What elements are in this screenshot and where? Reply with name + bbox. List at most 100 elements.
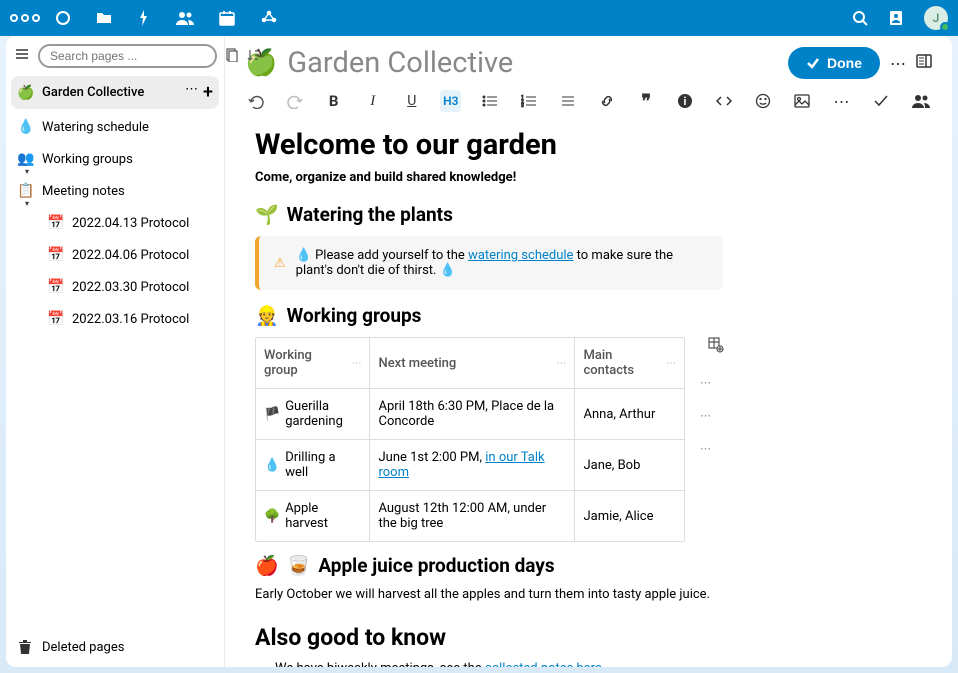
sidebar-toggle-icon[interactable] [916,53,932,73]
underline-icon[interactable]: U [401,90,422,112]
save-check-icon[interactable] [870,90,892,112]
bullet-list-icon[interactable] [479,90,500,112]
sidebar-item-meetings[interactable]: 📋 Meeting notes ▾ [11,177,219,205]
subitem-label: 2022.03.16 Protocol [72,312,213,327]
cell: Jane, Bob [583,458,640,473]
info-icon[interactable]: i [675,90,696,112]
deleted-label: Deleted pages [42,640,124,655]
content: 🍏 Garden Collective Done ⋯ B I U H3 123 … [225,36,952,667]
sidebar-item-watering[interactable]: 💧 Watering schedule [11,113,219,141]
cell: Anna, Arthur [583,407,655,422]
sidebar-item-workgroups[interactable]: 👥 Working groups ▾ [11,145,219,173]
sidebar-collective[interactable]: 🍏 Garden Collective ⋯ + [11,76,219,109]
contacts-icon[interactable] [176,11,194,25]
subitem-label: 2022.04.13 Protocol [72,216,213,231]
column-menu-icon[interactable]: ⋯ [666,358,676,369]
done-button[interactable]: Done [788,47,880,79]
files-icon[interactable] [96,10,112,26]
row-menu-icon[interactable]: ⋯ [695,432,729,465]
sidebar-subitem[interactable]: 📅 2022.04.06 Protocol [11,241,219,269]
trash-icon [18,639,32,655]
page-title: Garden Collective [287,46,513,80]
table-row[interactable]: 🏴Guerilla gardening April 18th 6:30 PM, … [256,389,684,440]
table-row[interactable]: 💧Drilling a well June 1st 2:00 PM, in ou… [256,440,684,491]
chevron-icon[interactable]: ▾ [25,167,29,176]
editor-toolbar: B I U H3 123 ❞ i ⋯ [225,80,952,123]
sidebar: 🍏 Garden Collective ⋯ + 💧 Watering sched… [6,36,225,667]
numbered-list-icon[interactable]: 123 [518,90,539,112]
item-emoji: 💧 [17,119,35,135]
code-icon[interactable] [714,90,735,112]
cell: Jamie, Alice [583,509,653,524]
italic-icon[interactable]: I [362,90,383,112]
page-menu-icon[interactable]: ⋯ [890,54,906,73]
h2-emoji: 👷 [255,304,279,327]
more-icon[interactable]: ⋯ [831,90,852,112]
cell: August 12th 12:00 AM, under the big tree [378,501,566,531]
doc-h2-watering: 🌱 Watering the plants [255,203,922,226]
checklist-icon[interactable] [558,90,579,112]
avatar[interactable]: J [924,6,948,30]
row-menu-icon[interactable]: ⋯ [695,366,729,399]
sort-icon[interactable] [247,48,261,65]
row-menu-icon[interactable]: ⋯ [695,399,729,432]
sidebar-subitem[interactable]: 📅 2022.03.16 Protocol [11,305,219,333]
chevron-icon[interactable]: ▾ [25,199,29,208]
cell: Guerilla gardening [285,399,361,429]
deleted-pages[interactable]: Deleted pages [6,627,224,667]
heading-icon[interactable]: H3 [440,90,461,112]
collective-menu-icon[interactable]: ⋯ [185,82,198,103]
check-icon [806,56,820,70]
emoji-icon[interactable] [753,90,774,112]
column-menu-icon[interactable]: ⋯ [351,358,361,369]
callout: ⚠ 💧 Please add yourself to the watering … [255,236,723,290]
activity-icon[interactable] [137,10,151,26]
h2-text: Apple juice production days [318,554,554,577]
bold-icon[interactable]: B [323,90,344,112]
template-icon[interactable] [225,48,239,65]
contacts-app-icon[interactable] [888,10,904,26]
h2-emoji: 🍎 [255,554,279,577]
warning-icon: ⚠ [274,256,286,271]
image-icon[interactable] [792,90,813,112]
collectives-icon[interactable] [260,9,278,27]
redo-icon[interactable] [284,90,305,112]
cell: April 18th 6:30 PM, Place de la Concorde [378,399,566,429]
callout-link[interactable]: watering schedule [468,248,573,263]
undo-icon[interactable] [245,90,266,112]
quote-icon[interactable]: ❞ [636,90,657,112]
table-settings-icon[interactable] [708,343,724,356]
done-label: Done [827,55,862,71]
h2-text: Working groups [287,304,422,327]
collective-add-icon[interactable]: + [203,82,213,103]
item-label: Working groups [42,152,213,167]
menu-icon[interactable] [14,46,30,66]
working-groups-table: Working group⋯ Next meeting⋯ Main contac… [255,337,685,542]
nextcloud-logo[interactable] [10,14,40,22]
search-input[interactable] [38,44,217,68]
doc-h2-juice: 🍎 🥃 Apple juice production days [255,554,922,577]
h2-emoji: 🥃 [287,554,311,577]
column-menu-icon[interactable]: ⋯ [556,358,566,369]
calendar-icon[interactable] [219,10,235,26]
search-icon[interactable] [852,10,868,26]
collaborators-icon[interactable] [910,90,932,112]
sidebar-subitem[interactable]: 📅 2022.04.13 Protocol [11,209,219,237]
cell: Apple harvest [285,501,361,531]
notes-link[interactable]: collected notes here [485,661,602,667]
table-header: Main contacts [583,348,666,378]
svg-text:3: 3 [521,103,524,109]
svg-text:i: i [684,95,687,108]
item-label: Meeting notes [42,184,213,199]
list-item: We have biweekly meetings, see the colle… [275,661,922,667]
callout-text: 💧 Please add yourself to the watering sc… [296,248,708,278]
table-row[interactable]: 🌳Apple harvest August 12th 12:00 AM, und… [256,491,684,541]
dashboard-icon[interactable] [55,10,71,26]
h2-emoji: 🌱 [255,203,279,226]
table-header: Working group [264,348,346,378]
doc-h1: Welcome to our garden [255,128,922,162]
sidebar-subitem[interactable]: 📅 2022.03.30 Protocol [11,273,219,301]
h2-text: Watering the plants [287,203,453,226]
doc-h2-groups: 👷 Working groups [255,304,922,327]
link-icon[interactable] [597,90,618,112]
